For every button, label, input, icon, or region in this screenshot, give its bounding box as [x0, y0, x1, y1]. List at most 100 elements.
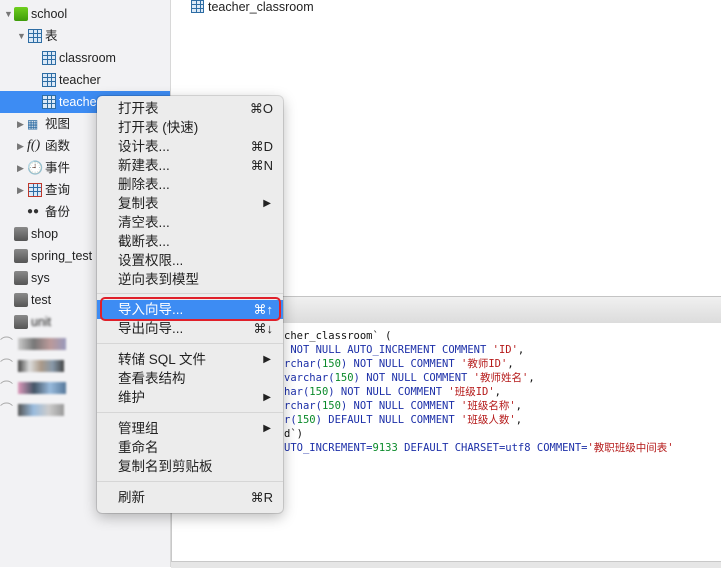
- tree-database-school[interactable]: ▼ school: [0, 3, 170, 25]
- ddl-token: 150: [321, 358, 341, 370]
- submenu-arrow-icon: ▶: [263, 354, 271, 365]
- ddl-token: ,: [507, 358, 514, 370]
- ddl-token: NOT NULL AUTO_INCREMENT COMMENT: [284, 344, 493, 356]
- ddl-token: ) NOT NULL COMMENT: [353, 372, 474, 384]
- menu-item-shortcut: ⌘O: [249, 101, 273, 116]
- database-icon: [14, 271, 28, 285]
- menu-item[interactable]: 复制表 ▶: [97, 194, 283, 213]
- submenu-arrow-icon: ▶: [263, 423, 271, 434]
- menu-item-label: 设置权限...: [118, 253, 184, 268]
- ddl-token: 150: [296, 414, 316, 426]
- database-name: test: [31, 293, 52, 307]
- menu-item[interactable]: 逆向表到模型: [97, 270, 283, 289]
- menu-item-label: 打开表: [118, 101, 159, 116]
- ddl-line: har(150) NOT NULL COMMENT '班级ID',: [284, 385, 501, 399]
- ddl-line: r(150) DEFAULT NULL COMMENT '班级人数',: [284, 413, 522, 427]
- database-name: unit: [31, 315, 52, 329]
- ddl-token: 'ID': [492, 344, 518, 356]
- database-icon: [14, 227, 28, 241]
- tree-table-classroom[interactable]: classroom: [0, 47, 170, 69]
- menu-item[interactable]: 转储 SQL 文件 ▶: [97, 350, 283, 369]
- menu-item[interactable]: 打开表 (快速): [97, 118, 283, 137]
- menu-item[interactable]: 维护 ▶: [97, 388, 283, 407]
- collapse-triangle-icon[interactable]: ▶: [17, 113, 24, 135]
- ddl-line: varchar(150) NOT NULL COMMENT '教师姓名',: [284, 371, 535, 385]
- expand-triangle-icon[interactable]: ▼: [17, 25, 26, 47]
- ddl-token: varchar(: [284, 372, 335, 384]
- ddl-token: '班级ID': [448, 386, 495, 398]
- menu-item[interactable]: 导出向导... ⌘↓: [97, 319, 283, 338]
- redacted-label: [18, 338, 66, 350]
- table-icon: [42, 51, 56, 65]
- context-menu: 打开表 ⌘O 打开表 (快速) 设计表... ⌘D 新建表... ⌘N 删除表... 复制表 ▶ 清…: [97, 96, 283, 513]
- menu-item-shortcut: ⌘R: [250, 490, 273, 505]
- ddl-token: ) NOT NULL COMMENT: [328, 386, 449, 398]
- ddl-token: r(: [284, 414, 297, 426]
- ddl-token: ) NOT NULL COMMENT: [340, 400, 462, 412]
- database-name: sys: [31, 271, 50, 285]
- menu-item[interactable]: 查看表结构: [97, 369, 283, 388]
- ddl-line: rchar(150) NOT NULL COMMENT '班级名称',: [284, 399, 522, 413]
- database-icon: [14, 249, 28, 263]
- redacted-label: [18, 404, 64, 416]
- ddl-token: 9133: [372, 442, 398, 454]
- database-name: school: [31, 7, 68, 21]
- menu-item[interactable]: 新建表... ⌘N: [97, 156, 283, 175]
- group-label: 函数: [45, 139, 71, 153]
- table-icon: [42, 95, 56, 109]
- menu-item[interactable]: 复制名到剪贴板: [97, 457, 283, 476]
- menu-item[interactable]: 截断表...: [97, 232, 283, 251]
- redacted-label: [18, 382, 66, 394]
- ddl-line: d`): [284, 427, 303, 441]
- menu-item[interactable]: 打开表 ⌘O: [97, 99, 283, 118]
- table-group-icon: [28, 29, 42, 43]
- table-icon: [191, 0, 204, 13]
- menu-item[interactable]: 导入向导... ⌘↑: [97, 300, 283, 319]
- menu-item[interactable]: 刷新 ⌘R: [97, 488, 283, 507]
- menu-item-label: 清空表...: [118, 215, 170, 230]
- menu-item[interactable]: 设计表... ⌘D: [97, 137, 283, 156]
- menu-item-shortcut: ⌘N: [250, 158, 273, 173]
- tree-group-tables[interactable]: ▼ 表: [0, 25, 170, 47]
- connection-icon: ⌒: [0, 358, 14, 373]
- menu-item-shortcut: ⌘↓: [253, 321, 274, 336]
- connection-icon: ⌒: [0, 380, 14, 395]
- menu-item-label: 截断表...: [118, 234, 170, 249]
- connection-icon: ⌒: [0, 336, 14, 351]
- group-label: 备份: [45, 205, 71, 219]
- menu-item-shortcut: ⌘↑: [253, 302, 274, 317]
- tree-table-teacher[interactable]: teacher: [0, 69, 170, 91]
- redacted-label: [18, 360, 64, 372]
- menu-separator: [97, 293, 283, 294]
- menu-item[interactable]: 重命名: [97, 438, 283, 457]
- ddl-token: '教师ID': [461, 358, 508, 370]
- ddl-line: UTO_INCREMENT=9133 DEFAULT CHARSET=utf8 …: [284, 441, 674, 455]
- ddl-token: ) NOT NULL COMMENT: [340, 358, 462, 370]
- ddl-token: UTO_INCREMENT=: [284, 442, 373, 454]
- menu-item-label: 重命名: [118, 440, 159, 455]
- collapse-triangle-icon[interactable]: ▶: [17, 135, 24, 157]
- ddl-token: rchar(: [284, 358, 322, 370]
- database-icon: [14, 315, 28, 329]
- menu-item-label: 逆向表到模型: [118, 272, 199, 287]
- expand-triangle-icon[interactable]: ▼: [4, 3, 13, 25]
- menu-item-label: 删除表...: [118, 177, 170, 192]
- query-icon: [28, 183, 42, 197]
- collapse-triangle-icon[interactable]: ▶: [17, 179, 24, 201]
- ddl-token: cher_classroom` (: [284, 330, 392, 342]
- collapse-triangle-icon[interactable]: ▶: [17, 157, 24, 179]
- table-icon: [42, 73, 56, 87]
- menu-item[interactable]: 设置权限...: [97, 251, 283, 270]
- menu-item-label: 管理组: [118, 421, 159, 436]
- menu-item[interactable]: 管理组 ▶: [97, 419, 283, 438]
- object-name: teacher_classroom: [208, 0, 314, 14]
- ddl-token: ,: [515, 400, 522, 412]
- ddl-token: har(: [284, 386, 310, 398]
- menu-item[interactable]: 删除表...: [97, 175, 283, 194]
- menu-item-label: 设计表...: [118, 139, 170, 154]
- group-label: 查询: [45, 183, 71, 197]
- database-name: spring_test: [31, 249, 93, 263]
- ddl-token: ,: [517, 344, 525, 356]
- table-name: teache: [59, 95, 97, 109]
- menu-item[interactable]: 清空表...: [97, 213, 283, 232]
